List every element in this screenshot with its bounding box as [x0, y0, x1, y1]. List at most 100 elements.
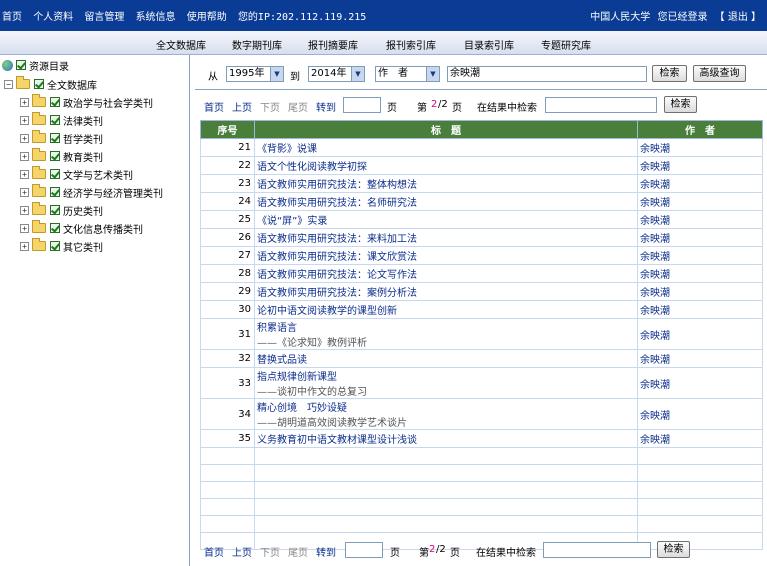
table-row[interactable]: 23 语文教师实用研究技法：整体构想法 余映潮 [200, 174, 763, 193]
tree-node-category[interactable]: + 法律类刊 [20, 111, 103, 129]
nav-profile-link[interactable]: 个人资料 [33, 12, 73, 23]
article-title-link[interactable]: 语文教师实用研究技法：课文欣赏法 [257, 248, 635, 263]
search-button[interactable]: 检索 [652, 65, 687, 82]
to-year-select[interactable]: 2014年 ▼ [308, 66, 365, 82]
prev-page-link[interactable]: 上页 [232, 544, 252, 559]
author-link[interactable]: 余映潮 [637, 367, 763, 399]
tab-fulltext[interactable]: 全文数据库 [156, 37, 206, 52]
nav-home-link[interactable]: 首页 [2, 12, 22, 23]
tree-node-category[interactable]: + 经济学与经济管理类刊 [20, 183, 163, 201]
category-checkbox[interactable] [50, 241, 60, 251]
table-row[interactable]: 35 义务教育初中语文教材课型设计浅谈 余映潮 [200, 429, 763, 448]
table-row[interactable]: 24 语文教师实用研究技法：名师研究法 余映潮 [200, 192, 763, 211]
tree-node-category[interactable]: + 哲学类刊 [20, 129, 103, 147]
article-title-link[interactable]: 精心创境 巧妙设疑 [257, 399, 635, 414]
table-row[interactable]: 29 语文教师实用研究技法：案例分析法 余映潮 [200, 282, 763, 301]
article-title-link[interactable]: 语文教师实用研究技法：案例分析法 [257, 284, 635, 299]
author-link[interactable]: 余映潮 [637, 138, 763, 157]
tab-topic[interactable]: 专题研究库 [541, 37, 591, 52]
article-title-link[interactable]: 论初中语文阅读教学的课型创新 [257, 302, 635, 317]
author-link[interactable]: 余映潮 [637, 282, 763, 301]
author-link[interactable]: 余映潮 [637, 210, 763, 229]
article-title-link[interactable]: 语文教师实用研究技法：来料加工法 [257, 230, 635, 245]
category-checkbox[interactable] [50, 133, 60, 143]
goto-page-input[interactable] [345, 542, 383, 558]
tree-node-category[interactable]: + 文化信息传播类刊 [20, 219, 143, 237]
tree-node-category[interactable]: + 教育类刊 [20, 147, 103, 165]
table-row[interactable]: 31 积累语言 ——《论求知》教例评析 余映潮 [200, 318, 763, 350]
expand-icon[interactable]: + [20, 223, 29, 233]
category-checkbox[interactable] [50, 187, 60, 197]
first-page-link[interactable]: 首页 [204, 99, 224, 114]
within-results-input[interactable] [545, 97, 657, 113]
tree-node-category[interactable]: + 历史类刊 [20, 201, 103, 219]
logout-link[interactable]: 【 退出 】 [715, 12, 761, 23]
article-title-link[interactable]: 《说“屏”》实录 [257, 212, 635, 227]
within-results-input[interactable] [543, 542, 651, 558]
from-year-select[interactable]: 1995年 ▼ [226, 66, 284, 82]
category-checkbox[interactable] [50, 169, 60, 179]
expand-icon[interactable]: + [20, 97, 29, 107]
author-link[interactable]: 余映潮 [637, 349, 763, 368]
author-link[interactable]: 余映潮 [637, 300, 763, 319]
within-results-button[interactable]: 检索 [664, 96, 697, 113]
collapse-icon[interactable]: − [4, 79, 13, 89]
author-link[interactable]: 余映潮 [637, 228, 763, 247]
field-select[interactable]: 作 者 ▼ [375, 66, 440, 82]
author-link[interactable]: 余映潮 [637, 318, 763, 350]
author-link[interactable]: 余映潮 [637, 246, 763, 265]
category-checkbox[interactable] [50, 223, 60, 233]
expand-icon[interactable]: + [20, 115, 29, 125]
author-link[interactable]: 余映潮 [637, 174, 763, 193]
tree-root[interactable]: 资源目录 [2, 56, 69, 74]
expand-icon[interactable]: + [20, 151, 29, 161]
author-link[interactable]: 余映潮 [637, 398, 763, 430]
table-row[interactable]: 25 《说“屏”》实录 余映潮 [200, 210, 763, 229]
expand-icon[interactable]: + [20, 133, 29, 143]
tab-index[interactable]: 报刊索引库 [386, 37, 436, 52]
article-title-link[interactable]: 积累语言 [257, 319, 635, 334]
table-row[interactable]: 27 语文教师实用研究技法：课文欣赏法 余映潮 [200, 246, 763, 265]
fulltext-checkbox[interactable] [34, 79, 44, 89]
article-title-link[interactable]: 替换式品读 [257, 351, 635, 366]
category-checkbox[interactable] [50, 97, 60, 107]
author-link[interactable]: 余映潮 [637, 192, 763, 211]
nav-help-link[interactable]: 使用帮助 [187, 12, 227, 23]
tree-node-fulltext[interactable]: − 全文数据库 [4, 75, 97, 93]
expand-icon[interactable]: + [20, 187, 29, 197]
table-row[interactable]: 28 语文教师实用研究技法：论文写作法 余映潮 [200, 264, 763, 283]
advanced-search-button[interactable]: 高级查询 [693, 65, 746, 82]
tab-catalog-index[interactable]: 目录索引库 [464, 37, 514, 52]
article-title-link[interactable]: 指点规律创新课型 [257, 368, 635, 383]
table-row[interactable]: 30 论初中语文阅读教学的课型创新 余映潮 [200, 300, 763, 319]
root-checkbox[interactable] [16, 60, 26, 70]
category-checkbox[interactable] [50, 115, 60, 125]
article-title-link[interactable]: 语文教师实用研究技法：整体构想法 [257, 176, 635, 191]
expand-icon[interactable]: + [20, 241, 29, 251]
tab-abstract[interactable]: 报刊摘要库 [308, 37, 358, 52]
table-row[interactable]: 32 替换式品读 余映潮 [200, 349, 763, 368]
author-link[interactable]: 余映潮 [637, 156, 763, 175]
table-row[interactable]: 34 精心创境 巧妙设疑 ——胡明道高效阅读教学艺术谈片 余映潮 [200, 398, 763, 430]
tab-digital-journal[interactable]: 数字期刊库 [232, 37, 282, 52]
nav-system-info-link[interactable]: 系统信息 [136, 12, 176, 23]
nav-messages-link[interactable]: 留言管理 [84, 12, 124, 23]
search-input[interactable]: 余映潮 [447, 66, 647, 82]
prev-page-link[interactable]: 上页 [232, 99, 252, 114]
article-title-link[interactable]: 语文教师实用研究技法：论文写作法 [257, 266, 635, 281]
goto-page-input[interactable] [343, 97, 381, 113]
first-page-link[interactable]: 首页 [204, 544, 224, 559]
category-checkbox[interactable] [50, 205, 60, 215]
author-link[interactable]: 余映潮 [637, 264, 763, 283]
tree-node-category[interactable]: + 文学与艺术类刊 [20, 165, 133, 183]
category-checkbox[interactable] [50, 151, 60, 161]
tree-node-category[interactable]: + 其它类刊 [20, 237, 103, 255]
expand-icon[interactable]: + [20, 169, 29, 179]
table-row[interactable]: 33 指点规律创新课型 ——谈初中作文的总复习 余映潮 [200, 367, 763, 399]
tree-node-category[interactable]: + 政治学与社会学类刊 [20, 93, 153, 111]
table-row[interactable]: 21 《背影》说课 余映潮 [200, 138, 763, 157]
article-title-link[interactable]: 语文教师实用研究技法：名师研究法 [257, 194, 635, 209]
article-title-link[interactable]: 《背影》说课 [257, 140, 635, 155]
expand-icon[interactable]: + [20, 205, 29, 215]
within-results-button[interactable]: 检索 [657, 541, 690, 558]
